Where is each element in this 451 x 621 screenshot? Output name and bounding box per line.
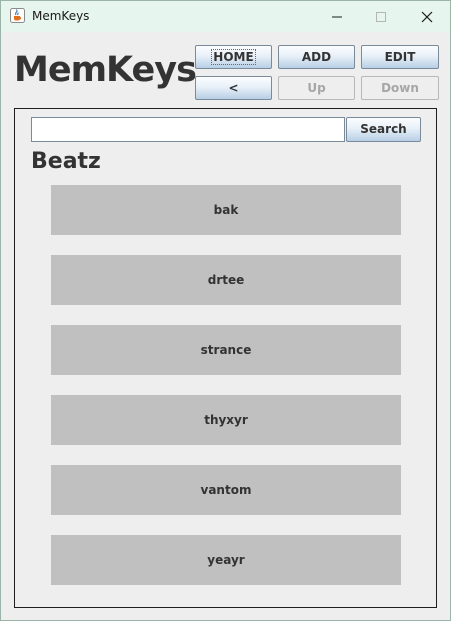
window-title: MemKeys <box>32 9 90 23</box>
section-title: Beatz <box>31 149 101 174</box>
app-title: MemKeys <box>14 50 197 90</box>
down-button[interactable]: Down <box>361 76 439 100</box>
maximize-button <box>358 1 404 32</box>
list-item-button[interactable]: thyxyr <box>51 395 401 445</box>
close-icon <box>421 11 433 23</box>
content-panel: Search Beatz bak drtee strance thyxyr va… <box>14 108 437 608</box>
maximize-icon <box>376 12 386 22</box>
app-window: MemKeys MemKeys HOME ADD EDIT < Up Down <box>0 0 451 621</box>
back-button[interactable]: < <box>195 76 272 100</box>
add-button[interactable]: ADD <box>278 45 355 69</box>
java-cup-icon <box>10 8 25 23</box>
main-content: MemKeys HOME ADD EDIT < Up Down Search B… <box>1 32 450 620</box>
list-item-button[interactable]: bak <box>51 185 401 235</box>
list-item-button[interactable]: vantom <box>51 465 401 515</box>
item-list: bak drtee strance thyxyr vantom yeayr <box>51 185 401 605</box>
minimize-icon <box>332 16 342 18</box>
search-input[interactable] <box>31 117 345 142</box>
title-bar[interactable]: MemKeys <box>1 1 450 32</box>
up-button[interactable]: Up <box>278 76 355 100</box>
minimize-button[interactable] <box>314 1 360 32</box>
home-button-label: HOME <box>211 49 256 65</box>
search-button[interactable]: Search <box>346 117 421 142</box>
list-item-button[interactable]: yeayr <box>51 535 401 585</box>
list-item-button[interactable]: drtee <box>51 255 401 305</box>
list-item-button[interactable]: strance <box>51 325 401 375</box>
edit-button[interactable]: EDIT <box>361 45 439 69</box>
close-button[interactable] <box>404 1 450 32</box>
home-button[interactable]: HOME <box>195 45 272 69</box>
